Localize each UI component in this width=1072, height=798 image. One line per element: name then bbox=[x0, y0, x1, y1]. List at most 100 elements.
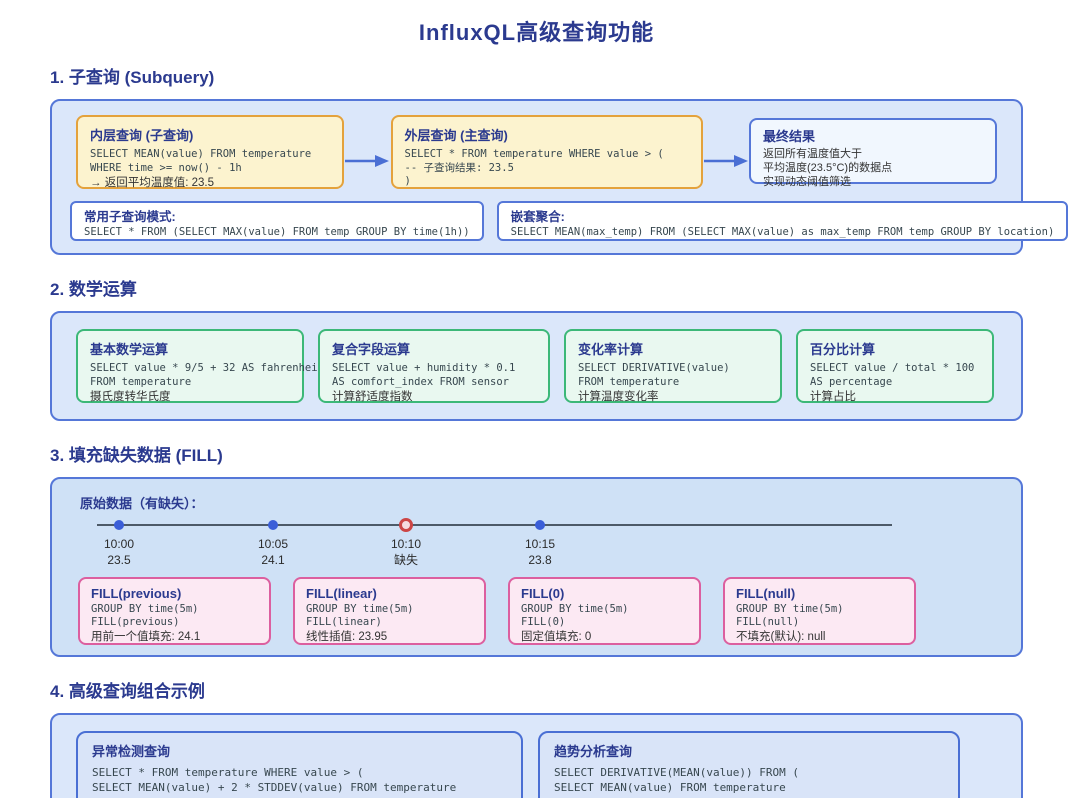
card-note: 用前一个值填充: 24.1 bbox=[91, 630, 258, 644]
card-title: 趋势分析查询 bbox=[554, 741, 944, 760]
math-panel: 基本数学运算 SELECT value * 9/5 + 32 AS fahren… bbox=[50, 311, 1023, 421]
code-line: FILL(null) bbox=[736, 616, 903, 629]
card-title: 嵌套聚合: bbox=[511, 206, 1055, 225]
timeline: 10:00 23.5 10:05 24.1 10:10 缺失 10:15 23.… bbox=[52, 512, 1021, 577]
code-line: SELECT value / total * 100 bbox=[810, 362, 980, 376]
code-line: ) bbox=[405, 175, 689, 189]
code-line: SELECT value + humidity * 0.1 bbox=[332, 362, 536, 376]
code-block: SELECT * FROM temperature WHERE value > … bbox=[405, 148, 689, 189]
code-block: SELECT value * 9/5 + 32 AS fahrenheit FR… bbox=[90, 362, 290, 389]
section-heading-fill: 3. 填充缺失数据 (FILL) bbox=[50, 441, 1023, 466]
section-heading-advanced: 4. 高级查询组合示例 bbox=[50, 677, 1023, 702]
code-block: GROUP BY time(5m) FILL(linear) bbox=[306, 603, 473, 629]
code-line: SELECT MEAN(value) FROM temperature bbox=[90, 148, 330, 162]
card-title: 常用子查询模式: bbox=[84, 206, 470, 225]
outer-query-card: 外层查询 (主查询) SELECT * FROM temperature WHE… bbox=[391, 115, 703, 189]
card-title: FILL(linear) bbox=[306, 586, 473, 601]
math-card-row: 基本数学运算 SELECT value * 9/5 + 32 AS fahren… bbox=[52, 313, 1021, 419]
code-line: FROM temperature bbox=[578, 376, 768, 390]
timeline-value: 24.1 bbox=[228, 552, 318, 568]
fill-panel: 原始数据（有缺失）： 10:00 23.5 10:05 24.1 10:10 缺… bbox=[50, 477, 1023, 657]
subquery-flow-row: 内层查询 (子查询) SELECT MEAN(value) FROM tempe… bbox=[52, 101, 1021, 189]
card-note: 计算舒适度指数 bbox=[332, 390, 536, 404]
code-block: SELECT DERIVATIVE(value) FROM temperatur… bbox=[578, 362, 768, 389]
inner-query-card: 内层查询 (子查询) SELECT MEAN(value) FROM tempe… bbox=[76, 115, 344, 189]
subquery-pattern-row: 常用子查询模式: SELECT * FROM (SELECT MAX(value… bbox=[70, 201, 1003, 253]
card-title: 内层查询 (子查询) bbox=[90, 125, 330, 144]
timeline-axis bbox=[97, 524, 892, 526]
card-title: 基本数学运算 bbox=[90, 339, 290, 358]
flow-arrow-icon bbox=[344, 153, 391, 189]
code-line: FILL(linear) bbox=[306, 616, 473, 629]
result-line: 返回所有温度值大于 bbox=[763, 147, 983, 161]
card-note: 线性插值: 23.95 bbox=[306, 630, 473, 644]
math-card-derivative: 变化率计算 SELECT DERIVATIVE(value) FROM temp… bbox=[564, 329, 782, 403]
timeline-value: 23.5 bbox=[74, 552, 164, 568]
card-note: 计算温度变化率 bbox=[578, 390, 768, 404]
card-title: 外层查询 (主查询) bbox=[405, 125, 689, 144]
fill-card-null: FILL(null) GROUP BY time(5m) FILL(null) … bbox=[723, 577, 916, 645]
code-block: SELECT DERIVATIVE(MEAN(value)) FROM ( SE… bbox=[554, 765, 944, 798]
math-card-compound: 复合字段运算 SELECT value + humidity * 0.1 AS … bbox=[318, 329, 550, 403]
code-line: SELECT DERIVATIVE(value) bbox=[578, 362, 768, 376]
timeline-caption: 10:00 23.5 bbox=[74, 536, 164, 568]
timeline-dot bbox=[114, 520, 124, 530]
code-line: AS comfort_index FROM sensor bbox=[332, 376, 536, 390]
card-title: FILL(0) bbox=[521, 586, 688, 601]
code-line: SELECT MEAN(max_temp) FROM (SELECT MAX(v… bbox=[511, 226, 1055, 240]
code-line: SELECT * FROM temperature WHERE value > … bbox=[405, 148, 689, 162]
card-note: 固定值填充: 0 bbox=[521, 630, 688, 644]
code-block: GROUP BY time(5m) FILL(previous) bbox=[91, 603, 258, 629]
card-title: 变化率计算 bbox=[578, 339, 768, 358]
timeline-caption: 10:15 23.8 bbox=[495, 536, 585, 568]
math-card-basic: 基本数学运算 SELECT value * 9/5 + 32 AS fahren… bbox=[76, 329, 304, 403]
timeline-label: 原始数据（有缺失）： bbox=[80, 493, 1021, 512]
advanced-panel: 异常检测查询 SELECT * FROM temperature WHERE v… bbox=[50, 713, 1023, 798]
timeline-time: 10:05 bbox=[228, 536, 318, 552]
card-note: 摄氏度转华氏度 bbox=[90, 390, 290, 404]
code-line: GROUP BY time(5m) bbox=[91, 603, 258, 616]
code-line: SELECT MEAN(value) FROM temperature bbox=[554, 780, 944, 795]
fill-card-previous: FILL(previous) GROUP BY time(5m) FILL(pr… bbox=[78, 577, 271, 645]
timeline-dot bbox=[535, 520, 545, 530]
advanced-card-anomaly: 异常检测查询 SELECT * FROM temperature WHERE v… bbox=[76, 731, 523, 798]
advanced-card-row: 异常检测查询 SELECT * FROM temperature WHERE v… bbox=[52, 715, 1021, 798]
page-title: InfluxQL高级查询功能 bbox=[50, 0, 1023, 47]
code-line: AS percentage bbox=[810, 376, 980, 390]
code-block: SELECT value / total * 100 AS percentage bbox=[810, 362, 980, 389]
fill-card-linear: FILL(linear) GROUP BY time(5m) FILL(line… bbox=[293, 577, 486, 645]
code-line: FILL(previous) bbox=[91, 616, 258, 629]
timeline-dot-missing bbox=[399, 518, 413, 532]
code-line: SELECT * FROM temperature WHERE value > … bbox=[92, 765, 507, 780]
timeline-value: 23.8 bbox=[495, 552, 585, 568]
timeline-time: 10:15 bbox=[495, 536, 585, 552]
code-line: WHERE time >= now() - 1h bbox=[90, 162, 330, 176]
code-line: SELECT * FROM (SELECT MAX(value) FROM te… bbox=[84, 226, 470, 240]
card-title: FILL(null) bbox=[736, 586, 903, 601]
code-line: FILL(0) bbox=[521, 616, 688, 629]
card-title: 复合字段运算 bbox=[332, 339, 536, 358]
fill-card-row: FILL(previous) GROUP BY time(5m) FILL(pr… bbox=[78, 577, 1021, 645]
section-heading-subquery: 1. 子查询 (Subquery) bbox=[50, 63, 1023, 88]
result-line: 平均温度(23.5°C)的数据点 bbox=[763, 161, 983, 175]
fill-card-zero: FILL(0) GROUP BY time(5m) FILL(0) 固定值填充:… bbox=[508, 577, 701, 645]
code-line: -- 子查询结果: 23.5 bbox=[405, 162, 689, 176]
card-title: FILL(previous) bbox=[91, 586, 258, 601]
card-title: 异常检测查询 bbox=[92, 741, 507, 760]
code-line: SELECT DERIVATIVE(MEAN(value)) FROM ( bbox=[554, 765, 944, 780]
code-block: SELECT value + humidity * 0.1 AS comfort… bbox=[332, 362, 536, 389]
influxql-infographic: InfluxQL高级查询功能 1. 子查询 (Subquery) 内层查询 (子… bbox=[0, 0, 1072, 798]
code-line: GROUP BY time(5m) bbox=[521, 603, 688, 616]
code-line: SELECT value * 9/5 + 32 AS fahrenheit bbox=[90, 362, 290, 376]
card-title: 最终结果 bbox=[763, 126, 983, 145]
timeline-dot bbox=[268, 520, 278, 530]
code-block: SELECT MEAN(value) FROM temperature WHER… bbox=[90, 148, 330, 175]
timeline-time: 10:00 bbox=[74, 536, 164, 552]
section-heading-math: 2. 数学运算 bbox=[50, 275, 1023, 300]
pattern-card-common: 常用子查询模式: SELECT * FROM (SELECT MAX(value… bbox=[70, 201, 484, 241]
card-title: 百分比计算 bbox=[810, 339, 980, 358]
card-note: 不填充(默认): null bbox=[736, 630, 903, 644]
code-line: GROUP BY time(5m) bbox=[736, 603, 903, 616]
result-line: 实现动态阈值筛选 bbox=[763, 175, 983, 189]
subquery-panel: 内层查询 (子查询) SELECT MEAN(value) FROM tempe… bbox=[50, 99, 1023, 255]
